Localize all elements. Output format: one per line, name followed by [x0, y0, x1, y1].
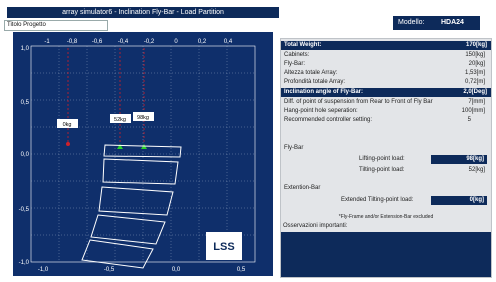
extension-section-title: Extention-Bar [284, 185, 321, 191]
tilting-point-value: 52[kg] [468, 167, 485, 173]
hang-point-row: Hang-point hole seperation: 100[mm] [284, 108, 485, 114]
x-tick-bottom: -0,5 [104, 267, 115, 273]
y-tick: 0,5 [21, 100, 30, 106]
x-tick: -0,8 [67, 39, 78, 45]
tilting-point-label: Tilting-point load: [359, 167, 405, 173]
exclusion-note: *Fly-Frame and/or Extension-Bar excluded [338, 214, 434, 220]
lifting-point-label: Lifting-point load: [359, 156, 405, 162]
array-height-row: Altezza totale Array: 1,53[m] [284, 70, 485, 76]
x-tick: 0,4 [224, 39, 233, 45]
project-title-field[interactable]: Titolo Progetto [4, 20, 108, 31]
window-title: array simulator6 - Inclination Fly-Bar -… [7, 7, 279, 18]
cabinets-row: Cabinets: 150[kg] [284, 52, 485, 58]
flybar-section-title: Fly-Bar [284, 145, 304, 151]
y-tick: -1,0 [19, 260, 30, 266]
lifting-point-value[interactable]: 98[kg] [431, 155, 487, 164]
x-tick-bottom: 0,0 [172, 267, 181, 273]
x-tick: -1 [44, 39, 50, 45]
observations-label: Osservazioni importanti: [283, 223, 348, 229]
x-tick-bottom: -1,0 [38, 267, 49, 273]
load-label-52: 52kg [114, 117, 126, 123]
controller-setting-row: Recommended controller setting: 5 [284, 117, 471, 123]
x-tick: -0,4 [118, 39, 129, 45]
observations-section: Osservazioni importanti: [281, 223, 491, 277]
y-tick: 0,0 [21, 152, 30, 158]
observations-textarea[interactable] [281, 232, 491, 277]
extended-tilting-label: Extended Tilting-point load: [341, 197, 414, 203]
x-tick: 0,2 [198, 39, 207, 45]
y-tick: -0,5 [19, 207, 30, 213]
results-panel: Total Weight: 170[kg] Cabinets: 150[kg] Fl… [280, 38, 492, 278]
flybar-weight-row: Fly-Bar: 20[kg] [284, 61, 485, 67]
y-tick: 1,0 [21, 46, 30, 52]
diff-suspension-row: Diff. of point of suspension from Rear t… [284, 99, 485, 105]
x-tick-bottom: 0,5 [237, 267, 246, 273]
lss-logo: LSS [213, 241, 234, 253]
model-label: Modello: [398, 19, 425, 26]
x-tick: -0,2 [144, 39, 155, 45]
array-depth-row: Profondità totale Array: 0,72[m] [284, 79, 485, 85]
inclination-row: Inclination angle of Fly-Bar: 2,0[Deg] [281, 88, 491, 97]
total-weight-row: Total Weight: 170[kg] [281, 41, 491, 50]
model-value[interactable]: HDA24 [441, 19, 464, 26]
load-label-0: 0kg [63, 122, 72, 128]
extended-tilting-value[interactable]: 0[kg] [431, 196, 487, 205]
x-tick: -0,6 [92, 39, 103, 45]
x-tick: 0 [174, 39, 178, 45]
model-bar: Modello: HDA24 [393, 16, 480, 30]
load-label-98: 98kg [137, 115, 149, 121]
array-chart: -1 -0,8 -0,6 -0,4 -0,2 0 0,2 0,4 -1,0 -0… [13, 32, 273, 276]
